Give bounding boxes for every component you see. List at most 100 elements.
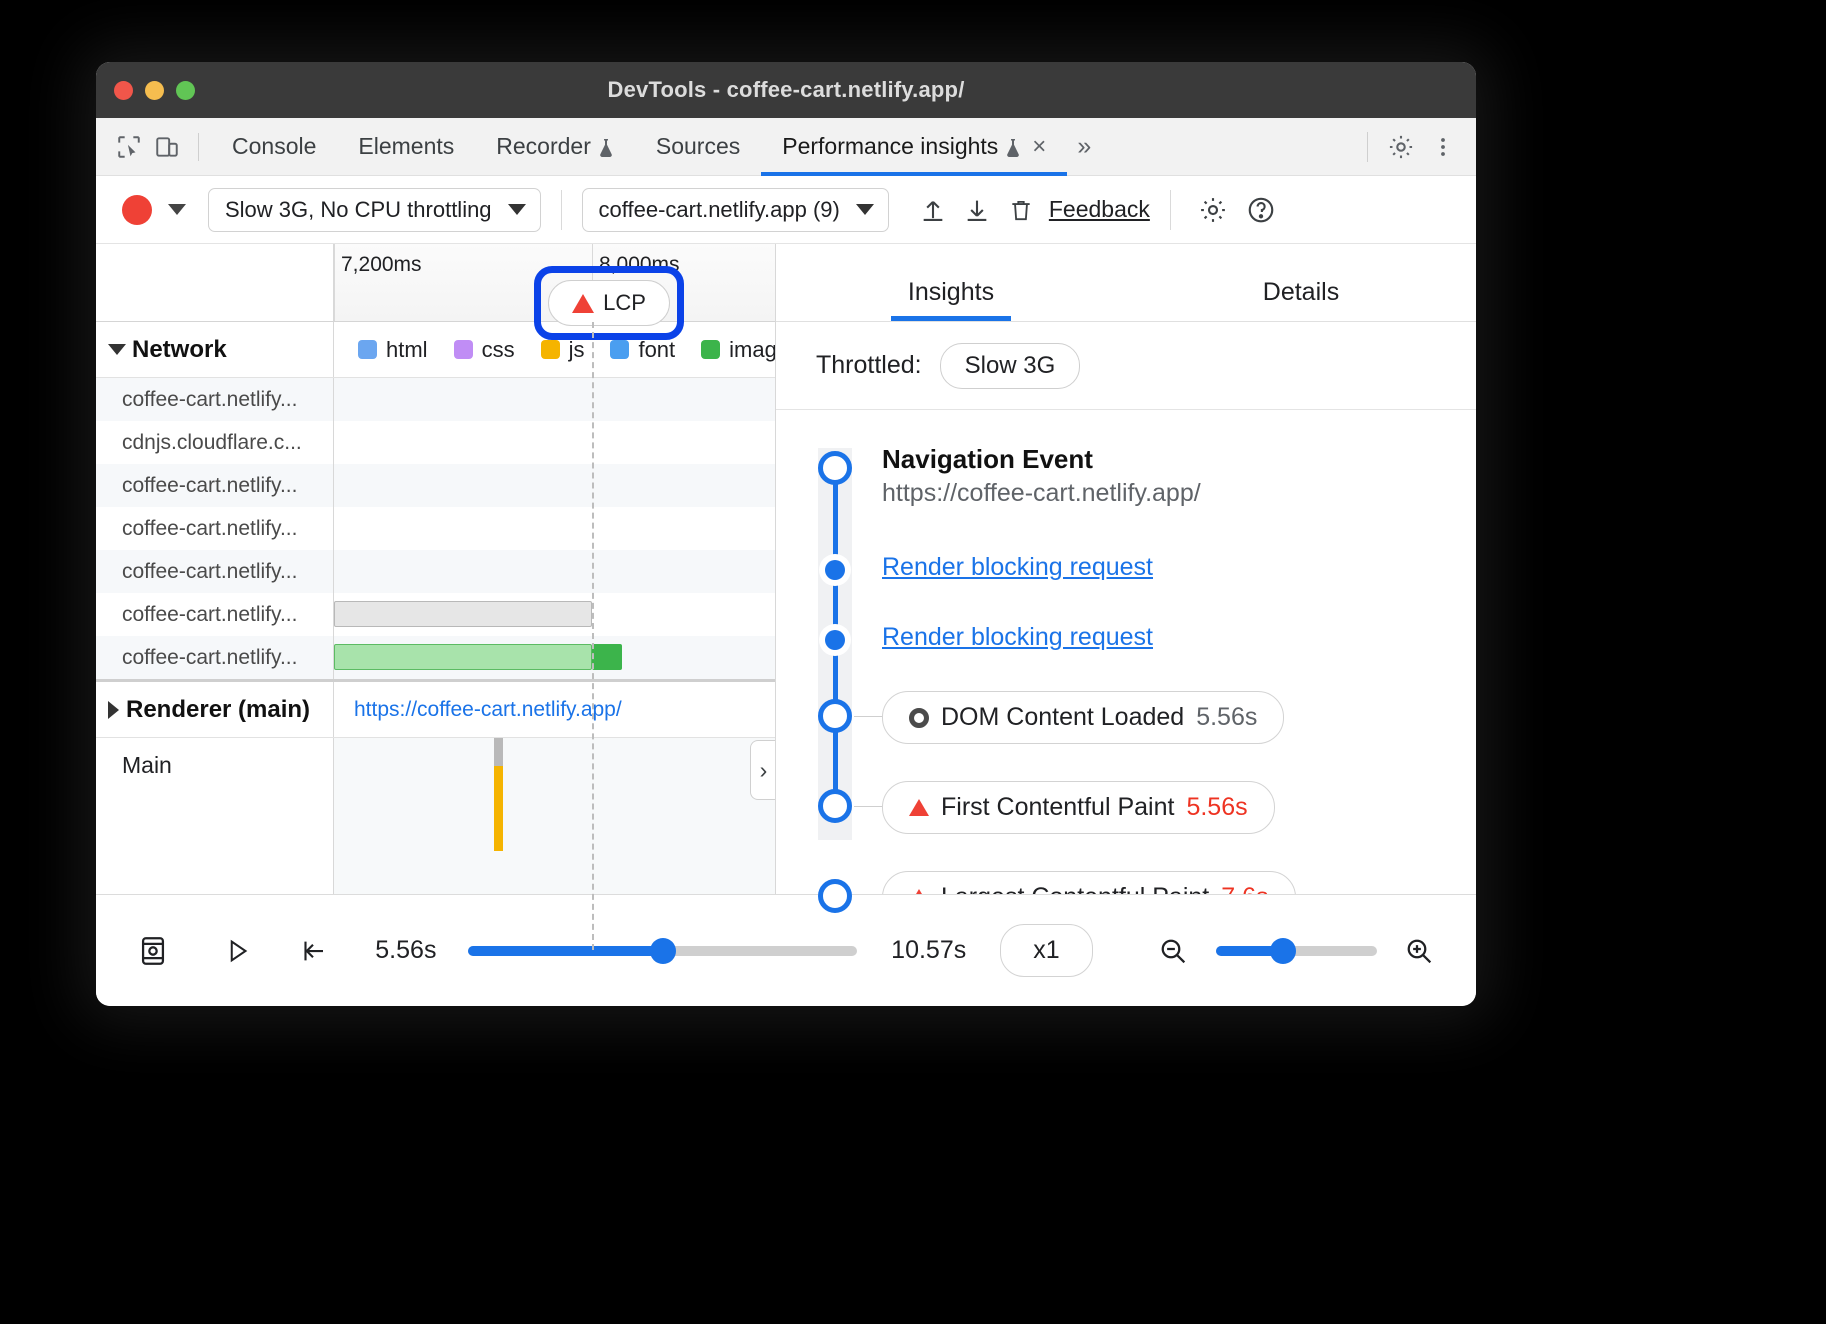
- tab-elements[interactable]: Elements: [337, 118, 475, 176]
- throttled-row: Throttled: Slow 3G: [776, 322, 1476, 410]
- devtools-tabbar: Console Elements Recorder Sources Perfor…: [96, 118, 1476, 176]
- devtools-body: 7,200ms 8,000ms LCP: [96, 244, 1476, 950]
- play-icon[interactable]: [211, 923, 264, 979]
- timeline-node-lcp[interactable]: [818, 879, 852, 913]
- lcp-marker[interactable]: LCP: [548, 280, 670, 326]
- list-item[interactable]: DOM Content Loaded 5.56s: [882, 691, 1456, 744]
- tab-label: Details: [1263, 278, 1339, 306]
- renderer-track-title-cell[interactable]: Renderer (main): [96, 682, 334, 737]
- request-bar-image-download[interactable]: [592, 644, 622, 670]
- flame-bar-script[interactable]: [494, 766, 503, 851]
- renderer-track-header[interactable]: Renderer (main) https://coffee-cart.netl…: [96, 682, 775, 738]
- timeline-ruler[interactable]: 7,200ms 8,000ms LCP: [96, 244, 775, 322]
- chevron-down-icon: [856, 204, 874, 215]
- toolbar-divider-2: [1170, 190, 1171, 230]
- table-row[interactable]: coffee-cart.netlify...: [96, 507, 775, 550]
- throttled-value-badge: Slow 3G: [940, 343, 1081, 389]
- tab-insights[interactable]: Insights: [776, 278, 1126, 321]
- flame-bar-gray[interactable]: [494, 738, 503, 766]
- zoom-slider[interactable]: [1216, 946, 1377, 956]
- legend-item-css: css: [454, 337, 515, 363]
- table-row[interactable]: cdnjs.cloudflare.c...: [96, 421, 775, 464]
- playback-toolbar: 5.56s 10.57s x1: [96, 894, 1476, 1006]
- trash-icon[interactable]: [999, 188, 1043, 232]
- gear-icon[interactable]: [1191, 188, 1235, 232]
- table-row[interactable]: coffee-cart.netlify...: [96, 593, 775, 636]
- table-row[interactable]: coffee-cart.netlify...: [96, 378, 775, 421]
- tab-label: Recorder: [496, 133, 591, 160]
- record-options-caret-icon[interactable]: [168, 204, 186, 215]
- lcp-chip[interactable]: LCP: [548, 280, 670, 326]
- feedback-link[interactable]: Feedback: [1049, 196, 1150, 223]
- range-knob[interactable]: [650, 938, 676, 964]
- render-blocking-request-link[interactable]: Render blocking request: [882, 553, 1153, 581]
- more-options-icon[interactable]: [1424, 128, 1462, 166]
- inspect-cursor-icon[interactable]: [110, 128, 148, 166]
- metric-label: DOM Content Loaded: [941, 703, 1184, 732]
- request-lane: [334, 636, 775, 679]
- window-titlebar: DevTools - coffee-cart.netlify.app/: [96, 62, 1476, 118]
- zoom-in-icon[interactable]: [1393, 923, 1446, 979]
- help-icon[interactable]: [1239, 188, 1283, 232]
- chevron-down-icon: [108, 344, 126, 355]
- download-icon[interactable]: [955, 188, 999, 232]
- close-window-button[interactable]: [114, 81, 133, 100]
- zoom-out-icon[interactable]: [1147, 923, 1200, 979]
- timeline-node-dcl[interactable]: [818, 699, 852, 733]
- tab-sources[interactable]: Sources: [635, 118, 761, 176]
- zoom-knob[interactable]: [1270, 938, 1296, 964]
- event-subtitle: https://coffee-cart.netlify.app/: [882, 479, 1456, 508]
- table-row[interactable]: coffee-cart.netlify...: [96, 464, 775, 507]
- timeline-node-render-blocking-1[interactable]: [825, 560, 845, 580]
- network-track-header[interactable]: Network html css js: [96, 322, 775, 378]
- list-item[interactable]: Navigation Event https://coffee-cart.net…: [882, 444, 1456, 508]
- tab-recorder[interactable]: Recorder: [475, 118, 635, 176]
- timeline-node-navigation[interactable]: [818, 451, 852, 485]
- record-button[interactable]: [122, 195, 152, 225]
- page-select[interactable]: coffee-cart.netlify.app (9): [582, 188, 889, 232]
- network-track-title-cell[interactable]: Network: [96, 322, 334, 377]
- minimize-window-button[interactable]: [145, 81, 164, 100]
- sidebar-collapse-handle[interactable]: ›: [750, 740, 776, 800]
- tab-performance-insights[interactable]: Performance insights ×: [761, 118, 1067, 176]
- metric-dom-content-loaded[interactable]: DOM Content Loaded 5.56s: [882, 691, 1284, 744]
- request-lane: [334, 464, 775, 507]
- tabbar-divider: [198, 133, 199, 161]
- throttling-select[interactable]: Slow 3G, No CPU throttling: [208, 188, 541, 232]
- jump-to-start-icon[interactable]: [286, 923, 339, 979]
- list-item[interactable]: First Contentful Paint 5.56s: [882, 781, 1456, 834]
- list-item[interactable]: Render blocking request: [882, 553, 1456, 582]
- metric-first-contentful-paint[interactable]: First Contentful Paint 5.56s: [882, 781, 1275, 834]
- window-controls[interactable]: [114, 81, 195, 100]
- table-row[interactable]: coffee-cart.netlify...: [96, 636, 775, 679]
- tab-console[interactable]: Console: [211, 118, 337, 176]
- playback-speed-button[interactable]: x1: [1000, 924, 1092, 977]
- legend-swatch: [358, 340, 377, 359]
- filmstrip-icon[interactable]: [126, 923, 179, 979]
- device-toolbar-icon[interactable]: [148, 128, 186, 166]
- more-tabs-icon[interactable]: »: [1067, 132, 1101, 161]
- tab-details[interactable]: Details: [1126, 278, 1476, 321]
- timeline-node-fcp[interactable]: [818, 789, 852, 823]
- timeline-range-slider[interactable]: [468, 946, 857, 956]
- renderer-url[interactable]: https://coffee-cart.netlify.app/: [334, 698, 622, 722]
- chevron-down-icon: [508, 204, 526, 215]
- request-lane: [334, 421, 775, 464]
- request-lane: [334, 593, 775, 636]
- experiment-flask-icon: [598, 137, 614, 157]
- close-icon[interactable]: ×: [1032, 133, 1046, 161]
- tabbar-actions: [1357, 128, 1476, 166]
- timeline-node-render-blocking-2[interactable]: [825, 630, 845, 650]
- request-bar-pending[interactable]: [334, 601, 592, 627]
- request-bar-image-wait[interactable]: [334, 644, 592, 670]
- table-row[interactable]: coffee-cart.netlify...: [96, 550, 775, 593]
- legend-item-js: js: [541, 337, 585, 363]
- list-item[interactable]: Render blocking request: [882, 623, 1456, 652]
- renderer-track-title: Renderer (main): [126, 696, 310, 724]
- ruler-tick-label: 8,000ms: [599, 253, 680, 277]
- gear-icon[interactable]: [1382, 128, 1420, 166]
- maximize-window-button[interactable]: [176, 81, 195, 100]
- upload-icon[interactable]: [911, 188, 955, 232]
- insights-timeline: Navigation Event https://coffee-cart.net…: [776, 410, 1476, 850]
- render-blocking-request-link[interactable]: Render blocking request: [882, 623, 1153, 651]
